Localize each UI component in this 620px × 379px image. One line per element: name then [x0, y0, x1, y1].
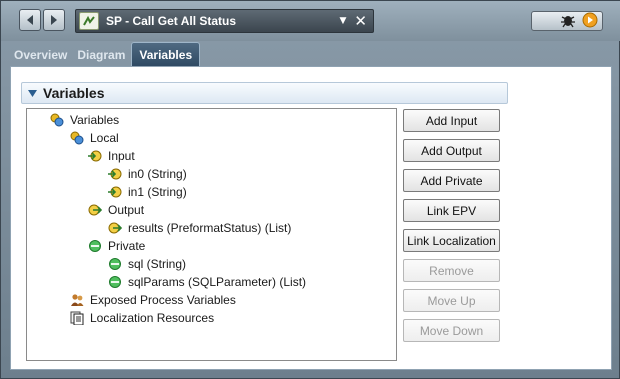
tree-node-label: Localization Resources: [90, 311, 215, 325]
tree-node-label: Variables: [70, 113, 120, 127]
service-process-icon: [79, 12, 99, 30]
add-input-button[interactable]: Add Input: [403, 109, 500, 132]
tab-variables[interactable]: Variables: [131, 42, 201, 66]
close-icon[interactable]: ✕: [354, 13, 367, 29]
input-variable-icon: [108, 167, 122, 181]
localization-resources-icon: [70, 311, 84, 325]
tree-node-label: sql (String): [128, 257, 187, 271]
remove-button[interactable]: Remove: [403, 259, 500, 282]
tree-node-label: Local: [90, 131, 119, 145]
document-selector[interactable]: SP - Call Get All Status ▼ ✕: [75, 9, 374, 33]
tree-node-local[interactable]: Local: [70, 129, 119, 147]
forward-button[interactable]: [43, 9, 65, 31]
tree-node-localization-resources[interactable]: Localization Resources: [70, 309, 214, 327]
dropdown-arrow-icon[interactable]: ▼: [340, 16, 347, 26]
tree-node-label: in0 (String): [128, 167, 187, 181]
tree-node-results[interactable]: results (PreformatStatus) (List): [108, 219, 291, 237]
tree-node-label: Private: [108, 239, 146, 253]
tree-node-in1[interactable]: in1 (String): [108, 183, 187, 201]
section-title: Variables: [43, 85, 105, 101]
input-variable-icon: [108, 185, 122, 199]
output-variable-icon: [108, 221, 122, 235]
variables-panel: Variables Variables Local Input in0 (Str…: [10, 66, 612, 370]
tab-overview[interactable]: Overview: [10, 44, 71, 66]
local-variables-icon: [70, 131, 84, 145]
link-epv-button[interactable]: Link EPV: [403, 199, 500, 222]
private-variable-icon: [108, 257, 122, 271]
tree-node-label: results (PreformatStatus) (List): [128, 221, 292, 235]
output-icon: [88, 203, 102, 217]
run-play-icon[interactable]: [582, 12, 598, 31]
debug-bug-icon[interactable]: [560, 12, 576, 31]
tree-node-label: Input: [108, 149, 135, 163]
tree-node-label: Output: [108, 203, 145, 217]
document-title: SP - Call Get All Status: [106, 14, 237, 28]
tree-node-label: Exposed Process Variables: [90, 293, 236, 307]
collapse-triangle-icon[interactable]: [28, 89, 37, 97]
tree-node-sql[interactable]: sql (String): [108, 255, 186, 273]
private-variable-icon: [108, 275, 122, 289]
back-button[interactable]: [19, 9, 41, 31]
tree-node-exposed-process-variables[interactable]: Exposed Process Variables: [70, 291, 236, 309]
tree-node-private[interactable]: Private: [88, 237, 145, 255]
move-down-button[interactable]: Move Down: [403, 319, 500, 342]
input-icon: [88, 149, 102, 163]
tree-node-label: in1 (String): [128, 185, 187, 199]
exposed-variables-people-icon: [70, 293, 84, 307]
forward-arrow-icon: [51, 15, 57, 25]
editor-window: SP - Call Get All Status ▼ ✕ Overview Di…: [0, 0, 620, 379]
editor-tabs: Overview Diagram Variables: [10, 42, 202, 66]
link-localization-button[interactable]: Link Localization: [403, 229, 500, 252]
section-header[interactable]: Variables: [21, 82, 508, 104]
variables-tree[interactable]: Variables Local Input in0 (String) in1 (…: [26, 108, 397, 361]
debug-run-toolbar: [531, 11, 603, 31]
private-icon: [88, 239, 102, 253]
tree-node-in0[interactable]: in0 (String): [108, 165, 187, 183]
tree-node-output[interactable]: Output: [88, 201, 144, 219]
variables-icon: [50, 113, 64, 127]
tree-node-variables[interactable]: Variables: [50, 111, 119, 129]
tree-node-sqlparams[interactable]: sqlParams (SQLParameter) (List): [108, 273, 306, 291]
tree-node-label: sqlParams (SQLParameter) (List): [128, 275, 307, 289]
add-output-button[interactable]: Add Output: [403, 139, 500, 162]
add-private-button[interactable]: Add Private: [403, 169, 500, 192]
title-bar: SP - Call Get All Status ▼ ✕: [1, 1, 620, 41]
back-arrow-icon: [27, 15, 33, 25]
tree-node-input[interactable]: Input: [88, 147, 135, 165]
move-up-button[interactable]: Move Up: [403, 289, 500, 312]
tab-diagram[interactable]: Diagram: [73, 44, 129, 66]
